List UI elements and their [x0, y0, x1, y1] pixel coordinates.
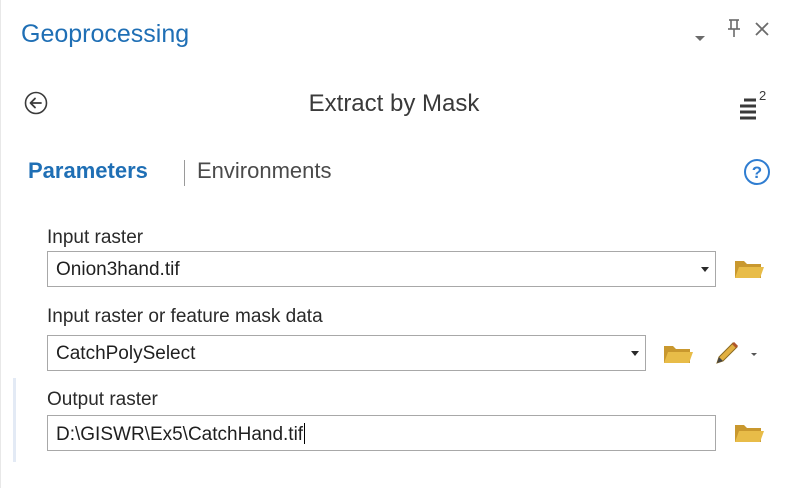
output-raster-label: Output raster	[47, 389, 158, 410]
mask-data-label: Input raster or feature mask data	[47, 306, 323, 327]
tool-title: Extract by Mask	[308, 90, 480, 117]
hamburger-menu-icon[interactable]: 2	[739, 88, 773, 122]
folder-icon[interactable]	[734, 421, 764, 445]
help-icon[interactable]: ?	[743, 158, 771, 186]
svg-text:?: ?	[752, 163, 762, 182]
input-raster-value: Onion3hand.tif	[56, 259, 180, 280]
tool-header: Extract by Mask 2	[1, 80, 786, 130]
tab-divider	[184, 160, 185, 186]
mask-data-value: CatchPolySelect	[56, 343, 196, 364]
input-raster-combobox[interactable]: Onion3hand.tif	[47, 251, 716, 287]
tab-parameters[interactable]: Parameters	[28, 158, 148, 184]
pin-icon[interactable]	[727, 18, 741, 44]
tab-bar: Parameters Environments ?	[1, 158, 786, 198]
folder-icon[interactable]	[663, 342, 693, 366]
menu-badge: 2	[759, 88, 766, 103]
tab-environments[interactable]: Environments	[197, 158, 332, 184]
dropdown-arrow-icon[interactable]	[694, 26, 706, 49]
output-raster-value: D:\GISWR\Ex5\CatchHand.tif	[56, 424, 304, 445]
chevron-down-icon[interactable]	[701, 267, 709, 272]
input-raster-label: Input raster	[47, 227, 144, 248]
mask-data-combobox[interactable]: CatchPolySelect	[47, 335, 646, 371]
close-icon[interactable]	[754, 20, 770, 43]
text-cursor	[304, 423, 306, 444]
folder-icon[interactable]	[734, 257, 764, 281]
active-parameter-marker	[13, 378, 16, 462]
pane-title-bar: Geoprocessing	[1, 0, 786, 70]
pencil-icon[interactable]	[713, 341, 759, 367]
geoprocessing-pane: Geoprocessing Extract by Mask 2 Paramete…	[0, 0, 786, 488]
pane-title: Geoprocessing	[21, 20, 190, 48]
output-raster-field[interactable]: D:\GISWR\Ex5\CatchHand.tif	[47, 415, 716, 451]
chevron-down-icon[interactable]	[631, 351, 639, 356]
